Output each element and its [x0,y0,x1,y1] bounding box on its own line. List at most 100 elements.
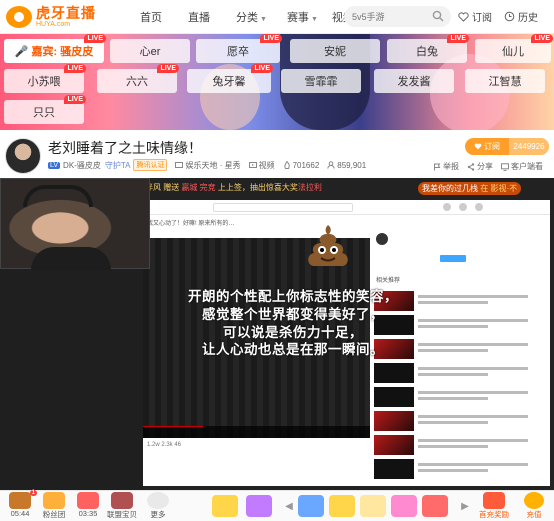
related-item [374,435,544,455]
monitor-icon [501,162,509,171]
fan-club-label: 粉丝团 [42,510,66,519]
event-icon[interactable] [246,495,272,517]
treasure-chest-button[interactable]: 1 05:44 [4,490,37,518]
gift-icon[interactable] [360,495,386,517]
related-text-line [418,373,488,376]
category-label: 娱乐天地 · 星秀 [185,160,241,170]
live-badge: LIVE [531,34,553,43]
live-badge: LIVE [260,34,282,43]
streamer-name[interactable]: DK-骚皮皮 [63,160,101,171]
mic-icon: 🎤 [14,45,29,58]
broadcast-right-tail: 在 影视·不 [480,184,518,193]
caption-line: 让人心动也总是在那一瞬间。 [202,342,384,358]
guest-button-6[interactable]: 仙儿 LIVE [475,34,553,63]
nav-category-label: 分类 [236,11,258,24]
guest-button-1[interactable]: 🎤 嘉宾: 骚皮皮 LIVE [4,34,106,63]
chevron-left-icon[interactable]: ◀ [283,496,295,516]
video-player[interactable]: 📺元气伴风 赠送 贏城 完竞 上上签，抽出惊喜大奖法拉利 我差你的过几栈 在 影… [0,178,554,490]
client-watch-button[interactable]: 客户端看 [501,161,543,172]
streamer-webcam [0,178,150,270]
first-charge-button[interactable]: 首充奖励 [475,492,513,520]
more-icon [147,492,169,509]
event-icon[interactable] [212,495,238,517]
subscribe-link[interactable]: 订阅 [458,9,492,24]
video-type-label: 视频 [258,160,275,170]
related-item [374,459,544,479]
fan-club-button[interactable]: 粉丝团 [38,492,70,520]
gift-list [298,495,453,517]
page-title: 老刘睡着了之土味情缘！ [48,140,202,156]
search-icon[interactable] [432,10,444,22]
related-text-line [418,445,488,448]
guest-button-8[interactable]: 六六 LIVE [97,64,179,93]
subscribe-button-label: 订阅 [484,142,500,151]
guest-button-2[interactable]: 心er [110,39,190,63]
fans-count: 859,901 [337,160,367,170]
guest-name: 白兔 [416,46,438,58]
history-link[interactable]: 历史 [504,9,538,24]
nav-home[interactable]: 首页 [140,9,162,25]
gift-icon[interactable] [422,495,448,517]
more-button[interactable]: 更多 [142,492,174,520]
category-link[interactable]: 娱乐天地 · 星秀 [175,160,241,171]
video-type: 视频 [248,160,275,171]
video-icon [248,162,257,168]
related-text-line [418,391,528,394]
gift-icon[interactable] [391,495,417,517]
guest-button-13[interactable]: 只只 LIVE [4,95,86,124]
related-item [374,387,544,407]
video-caption: 开朗的个性配上你标志性的笑容， 感觉整个世界都变得美好了， 可以说是杀伤力十足，… [143,288,443,359]
chevron-right-icon[interactable]: ▶ [459,496,471,516]
guest-button-7[interactable]: 小苏喂 LIVE [4,64,86,93]
popularity: 701662 [283,160,320,170]
inner-browser-icon [443,203,451,211]
related-text-line [418,397,488,400]
search-input[interactable] [352,11,432,22]
guest-name: 六六 [126,76,148,88]
logo-subtext: HUYA.com [36,20,71,28]
guest-button-4[interactable]: 安妮 [290,39,380,63]
guest-button-12[interactable]: 江智慧 [465,69,545,93]
guest-button-3[interactable]: 愿卒 LIVE [196,34,282,63]
alliance-button[interactable]: 联盟宝贝 [106,492,138,520]
huya-logo[interactable]: 虎牙直播 HUYA.com [6,5,106,28]
caption-line: 感觉整个世界都变得美好了， [202,306,384,322]
gift-icon[interactable] [329,495,355,517]
gift-box-button[interactable]: 03:35 [72,492,104,518]
first-charge-label: 首充奖励 [479,510,509,519]
guest-name: 安妮 [324,46,346,58]
inner-channel-avatar [376,233,388,245]
guard-link[interactable]: 守护TA [105,160,131,171]
guest-button-5[interactable]: 白兔 LIVE [387,34,469,63]
guest-name: 愿卒 [227,46,249,58]
notification-badge: 1 [29,490,37,496]
nav-events[interactable]: 赛事 ▼ [287,9,318,25]
nav-live[interactable]: 直播 [188,9,210,25]
live-badge: LIVE [64,64,86,73]
guest-button-10[interactable]: 雪霏霏 [281,69,361,93]
guest-button-11[interactable]: 发发酱 [374,69,454,93]
poop-sticker-icon [308,225,348,266]
related-thumb [374,411,414,431]
gift-icon[interactable] [298,495,324,517]
gift-box-icon [77,492,99,509]
recharge-button[interactable]: 充值 [517,492,551,520]
report-button[interactable]: 举报 [433,161,459,172]
live-badge: LIVE [64,95,86,104]
clock-icon [504,11,515,22]
flag-icon [434,163,441,170]
guest-button-9[interactable]: 兔牙馨 LIVE [187,64,273,93]
inner-browser-icon [459,203,467,211]
avatar[interactable] [5,138,41,174]
related-thumb [374,363,414,383]
share-button[interactable]: 分享 [467,161,493,172]
report-label: 举报 [443,162,459,171]
treasure-chest-icon: 1 [9,490,37,509]
guest-banner: 🎤 嘉宾: 骚皮皮 LIVE 心er 愿卒 LIVE 安妮 白兔 LIVE 仙儿 LIV… [0,34,554,130]
nav-category[interactable]: 分类 ▼ [236,9,267,25]
history-link-label: 历史 [518,13,538,24]
subscribe-button[interactable]: 订阅 2449926 [465,138,549,155]
bottom-toolbar: 1 05:44 粉丝团 03:35 联盟宝贝 更多 ◀ ▶ 首充奖励 充值 [0,490,554,521]
tv-icon [175,162,184,168]
popularity-count: 701662 [292,160,320,170]
